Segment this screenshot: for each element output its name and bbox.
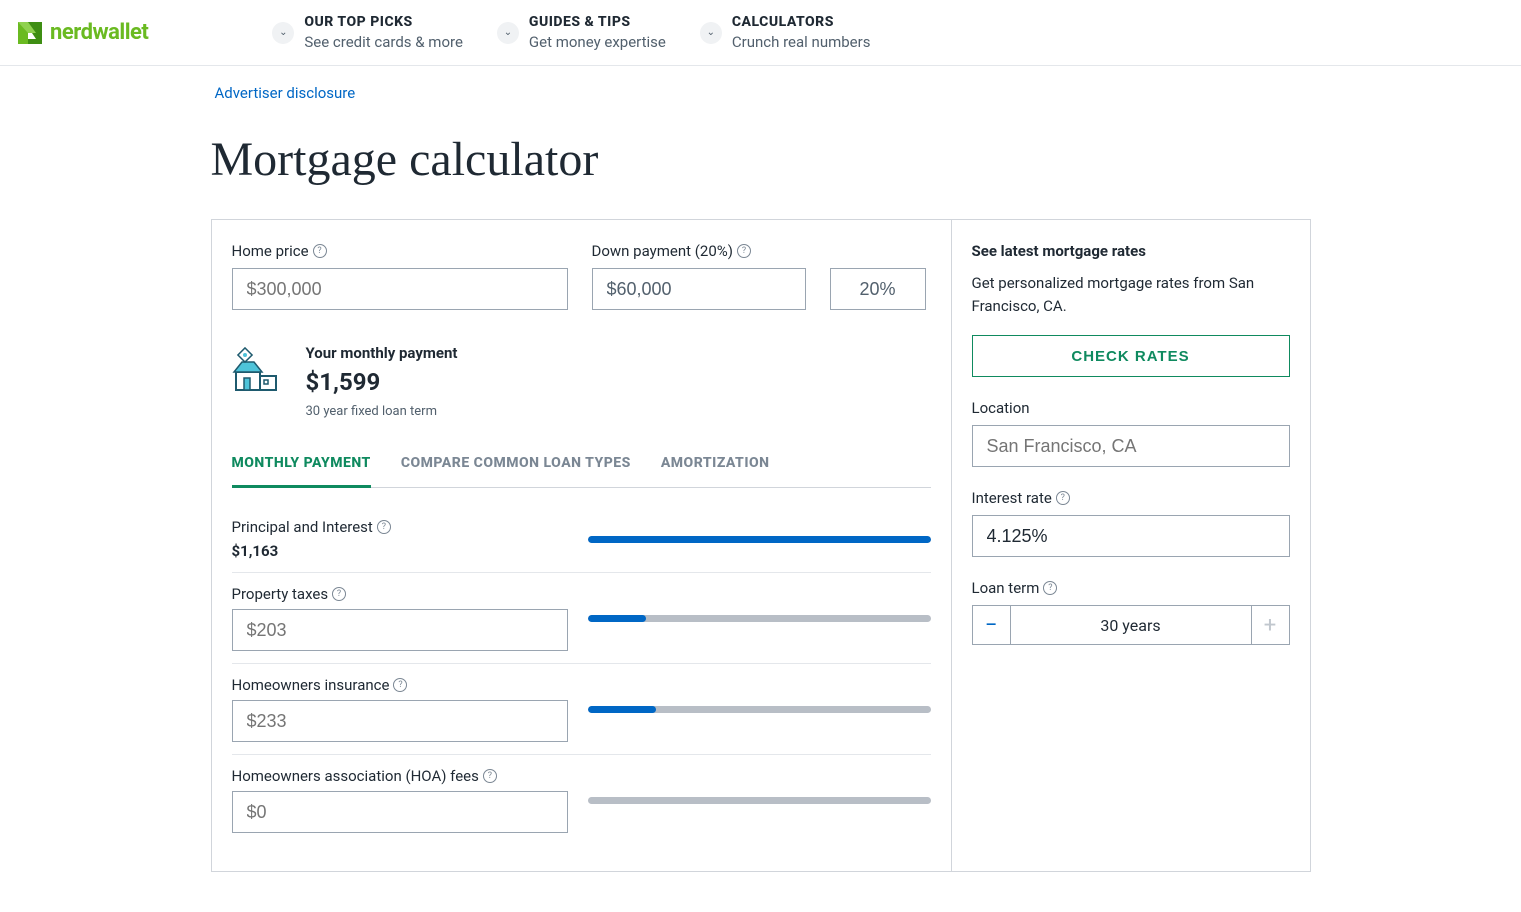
taxes-bar bbox=[588, 615, 931, 622]
chevron-down-icon: ⌄ bbox=[272, 22, 294, 44]
advertiser-disclosure-link[interactable]: Advertiser disclosure bbox=[215, 84, 356, 102]
loan-term-label: Loan term ? bbox=[972, 579, 1290, 597]
sidebar-description: Get personalized mortgage rates from San… bbox=[972, 272, 1290, 317]
header: nerdwallet ⌄ OUR TOP PICKS See credit ca… bbox=[0, 0, 1521, 66]
tab-compare-loans[interactable]: COMPARE COMMON LOAN TYPES bbox=[401, 455, 631, 487]
loan-term-stepper: − 30 years + bbox=[972, 605, 1290, 645]
principal-bar bbox=[588, 536, 931, 543]
rates-sidebar: See latest mortgage rates Get personaliz… bbox=[952, 220, 1310, 871]
nav-subtitle: Get money expertise bbox=[529, 33, 666, 51]
loan-term-value: 30 years bbox=[1011, 606, 1251, 644]
sidebar-title: See latest mortgage rates bbox=[972, 242, 1290, 260]
down-payment-percent-input[interactable] bbox=[830, 268, 926, 310]
nav-subtitle: Crunch real numbers bbox=[732, 33, 871, 51]
logo-icon bbox=[16, 19, 44, 47]
down-payment-label: Down payment (20%) ? bbox=[592, 242, 926, 260]
chevron-down-icon: ⌄ bbox=[700, 22, 722, 44]
down-payment-input[interactable] bbox=[592, 268, 806, 310]
nav-top-picks[interactable]: ⌄ OUR TOP PICKS See credit cards & more bbox=[268, 14, 463, 51]
term-decrease-button[interactable]: − bbox=[973, 606, 1011, 644]
property-taxes-input[interactable] bbox=[232, 609, 568, 651]
loan-term-note: 30 year fixed loan term bbox=[306, 404, 458, 419]
breakdown-homeowners-insurance: Homeowners insurance ? bbox=[232, 664, 931, 755]
calculator-main: Home price ? Down payment (20%) ? bbox=[212, 220, 952, 871]
location-label: Location bbox=[972, 399, 1290, 417]
homeowners-insurance-input[interactable] bbox=[232, 700, 568, 742]
payment-summary: Your monthly payment $1,599 30 year fixe… bbox=[232, 344, 931, 419]
nav-title: GUIDES & TIPS bbox=[529, 14, 666, 30]
breakdown-hoa-fees: Homeowners association (HOA) fees ? bbox=[232, 755, 931, 845]
hoa-label: Homeowners association (HOA) fees ? bbox=[232, 767, 568, 785]
nav-guides[interactable]: ⌄ GUIDES & TIPS Get money expertise bbox=[493, 14, 666, 51]
page-title: Mortgage calculator bbox=[211, 132, 1311, 187]
home-price-label: Home price ? bbox=[232, 242, 568, 260]
result-tabs: MONTHLY PAYMENT COMPARE COMMON LOAN TYPE… bbox=[232, 455, 931, 488]
home-price-input[interactable] bbox=[232, 268, 568, 310]
breakdown-principal-interest: Principal and Interest ? $1,163 bbox=[232, 506, 931, 573]
brand-name: nerdwallet bbox=[50, 20, 148, 45]
location-input[interactable] bbox=[972, 425, 1290, 467]
hoa-bar bbox=[588, 797, 931, 804]
main-nav: ⌄ OUR TOP PICKS See credit cards & more … bbox=[268, 14, 870, 51]
help-icon[interactable]: ? bbox=[1056, 491, 1070, 505]
brand-logo[interactable]: nerdwallet bbox=[16, 19, 148, 47]
help-icon[interactable]: ? bbox=[737, 244, 751, 258]
help-icon[interactable]: ? bbox=[377, 520, 391, 534]
nav-title: OUR TOP PICKS bbox=[304, 14, 463, 30]
house-icon bbox=[232, 344, 282, 394]
help-icon[interactable]: ? bbox=[1043, 581, 1057, 595]
help-icon[interactable]: ? bbox=[393, 678, 407, 692]
nav-calculators[interactable]: ⌄ CALCULATORS Crunch real numbers bbox=[696, 14, 871, 51]
hoa-fees-input[interactable] bbox=[232, 791, 568, 833]
monthly-payment-amount: $1,599 bbox=[306, 368, 458, 396]
interest-rate-label: Interest rate ? bbox=[972, 489, 1290, 507]
term-increase-button[interactable]: + bbox=[1251, 606, 1289, 644]
taxes-label: Property taxes ? bbox=[232, 585, 568, 603]
check-rates-button[interactable]: CHECK RATES bbox=[972, 335, 1290, 377]
insurance-bar bbox=[588, 706, 931, 713]
monthly-payment-label: Your monthly payment bbox=[306, 344, 458, 362]
principal-value: $1,163 bbox=[232, 542, 568, 560]
tab-monthly-payment[interactable]: MONTHLY PAYMENT bbox=[232, 455, 371, 488]
nav-subtitle: See credit cards & more bbox=[304, 33, 463, 51]
principal-label: Principal and Interest ? bbox=[232, 518, 568, 536]
insurance-label: Homeowners insurance ? bbox=[232, 676, 568, 694]
help-icon[interactable]: ? bbox=[313, 244, 327, 258]
help-icon[interactable]: ? bbox=[332, 587, 346, 601]
payment-breakdown: Principal and Interest ? $1,163 Property… bbox=[232, 506, 931, 845]
nav-title: CALCULATORS bbox=[732, 14, 871, 30]
tab-amortization[interactable]: AMORTIZATION bbox=[661, 455, 770, 487]
calculator-panel: Home price ? Down payment (20%) ? bbox=[211, 219, 1311, 872]
interest-rate-input[interactable] bbox=[972, 515, 1290, 557]
breakdown-property-taxes: Property taxes ? bbox=[232, 573, 931, 664]
chevron-down-icon: ⌄ bbox=[497, 22, 519, 44]
help-icon[interactable]: ? bbox=[483, 769, 497, 783]
